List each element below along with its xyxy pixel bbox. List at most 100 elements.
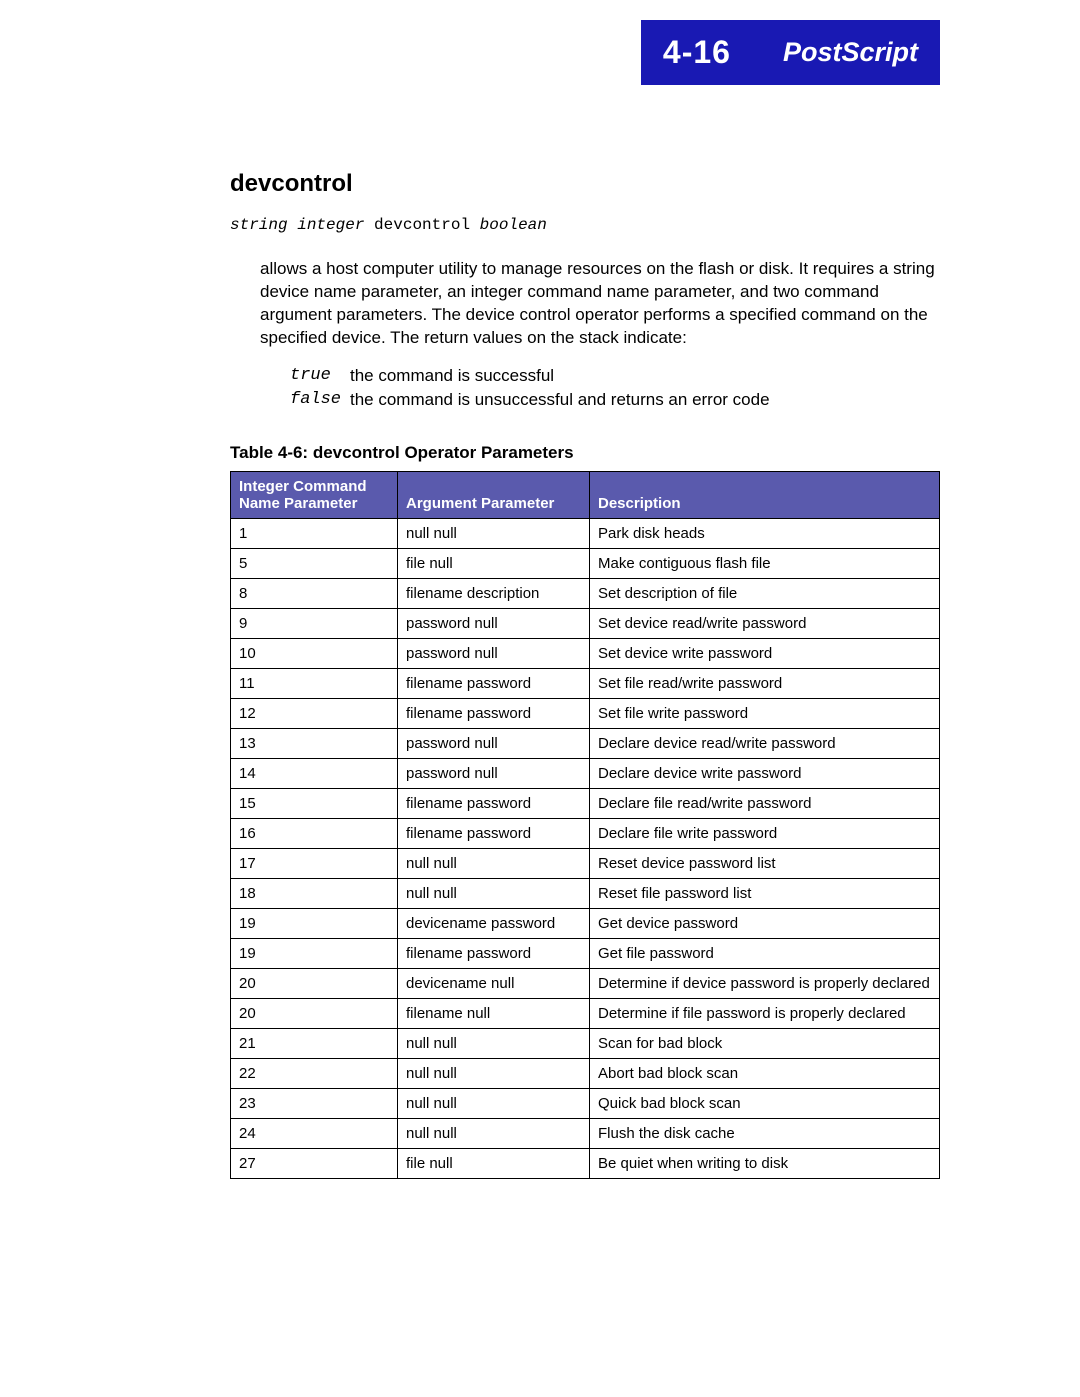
table-caption: Table 4-6: devcontrol Operator Parameter… — [230, 443, 940, 463]
cell-command: 14 — [231, 759, 398, 789]
cell-argument: filename password — [398, 939, 590, 969]
cell-description: Get file password — [590, 939, 940, 969]
cell-command: 1 — [231, 519, 398, 549]
table-row: 21null nullScan for bad block — [231, 1029, 940, 1059]
cell-argument: filename description — [398, 579, 590, 609]
table-row: 5file nullMake contiguous flash file — [231, 549, 940, 579]
cell-argument: null null — [398, 519, 590, 549]
return-false-desc: the command is unsuccessful and returns … — [350, 388, 770, 413]
cell-argument: null null — [398, 1089, 590, 1119]
signature-operator: devcontrol — [374, 216, 470, 234]
table-row: 16filename passwordDeclare file write pa… — [231, 819, 940, 849]
cell-command: 11 — [231, 669, 398, 699]
cell-argument: filename password — [398, 789, 590, 819]
cell-command: 22 — [231, 1059, 398, 1089]
cell-argument: filename password — [398, 699, 590, 729]
cell-command: 23 — [231, 1089, 398, 1119]
return-false-row: false the command is unsuccessful and re… — [290, 388, 940, 413]
cell-command: 20 — [231, 999, 398, 1029]
description-paragraph: allows a host computer utility to manage… — [260, 258, 940, 350]
cell-command: 12 — [231, 699, 398, 729]
chapter-title: PostScript — [753, 20, 940, 85]
cell-description: Get device password — [590, 909, 940, 939]
cell-argument: null null — [398, 1119, 590, 1149]
cell-command: 10 — [231, 639, 398, 669]
table-row: 1null nullPark disk heads — [231, 519, 940, 549]
signature-return: boolean — [480, 216, 547, 234]
cell-argument: null null — [398, 1029, 590, 1059]
cell-description: Declare file write password — [590, 819, 940, 849]
table-row: 27file nullBe quiet when writing to disk — [231, 1149, 940, 1179]
table-row: 11filename passwordSet file read/write p… — [231, 669, 940, 699]
cell-command: 24 — [231, 1119, 398, 1149]
cell-description: Flush the disk cache — [590, 1119, 940, 1149]
cell-description: Set description of file — [590, 579, 940, 609]
cell-command: 17 — [231, 849, 398, 879]
cell-argument: filename null — [398, 999, 590, 1029]
cell-description: Abort bad block scan — [590, 1059, 940, 1089]
parameters-table: Integer Command Name Parameter Argument … — [230, 471, 940, 1179]
cell-description: Set file write password — [590, 699, 940, 729]
return-true-key: true — [290, 364, 350, 389]
cell-argument: filename password — [398, 669, 590, 699]
cell-command: 20 — [231, 969, 398, 999]
return-true-desc: the command is successful — [350, 364, 554, 389]
operator-signature: string integer devcontrol boolean — [230, 216, 940, 234]
cell-command: 13 — [231, 729, 398, 759]
table-row: 20devicename nullDetermine if device pas… — [231, 969, 940, 999]
cell-argument: devicename null — [398, 969, 590, 999]
table-row: 19devicename passwordGet device password — [231, 909, 940, 939]
cell-description: Reset device password list — [590, 849, 940, 879]
table-row: 8filename descriptionSet description of … — [231, 579, 940, 609]
return-true-row: true the command is successful — [290, 364, 940, 389]
cell-description: Declare device write password — [590, 759, 940, 789]
col-header-argument: Argument Parameter — [398, 472, 590, 519]
section-title: devcontrol — [230, 170, 940, 198]
table-row: 9password nullSet device read/write pass… — [231, 609, 940, 639]
cell-command: 21 — [231, 1029, 398, 1059]
cell-argument: devicename password — [398, 909, 590, 939]
cell-description: Set file read/write password — [590, 669, 940, 699]
cell-description: Declare file read/write password — [590, 789, 940, 819]
cell-command: 27 — [231, 1149, 398, 1179]
cell-command: 19 — [231, 909, 398, 939]
table-row: 17null nullReset device password list — [231, 849, 940, 879]
cell-command: 8 — [231, 579, 398, 609]
cell-argument: file null — [398, 549, 590, 579]
cell-argument: file null — [398, 1149, 590, 1179]
cell-command: 15 — [231, 789, 398, 819]
cell-argument: password null — [398, 759, 590, 789]
cell-command: 5 — [231, 549, 398, 579]
cell-description: Determine if device password is properly… — [590, 969, 940, 999]
cell-description: Make contiguous flash file — [590, 549, 940, 579]
cell-argument: password null — [398, 609, 590, 639]
table-row: 13password nullDeclare device read/write… — [231, 729, 940, 759]
table-row: 18null nullReset file password list — [231, 879, 940, 909]
cell-argument: password null — [398, 639, 590, 669]
table-row: 23null nullQuick bad block scan — [231, 1089, 940, 1119]
table-row: 14password nullDeclare device write pass… — [231, 759, 940, 789]
cell-description: Set device write password — [590, 639, 940, 669]
cell-command: 9 — [231, 609, 398, 639]
page: 4-16 PostScript devcontrol string intege… — [0, 0, 1080, 1397]
cell-description: Scan for bad block — [590, 1029, 940, 1059]
col-header-description: Description — [590, 472, 940, 519]
cell-description: Be quiet when writing to disk — [590, 1149, 940, 1179]
cell-command: 16 — [231, 819, 398, 849]
cell-command: 18 — [231, 879, 398, 909]
cell-description: Park disk heads — [590, 519, 940, 549]
table-row: 20filename nullDetermine if file passwor… — [231, 999, 940, 1029]
cell-command: 19 — [231, 939, 398, 969]
cell-argument: password null — [398, 729, 590, 759]
table-row: 15filename passwordDeclare file read/wri… — [231, 789, 940, 819]
table-row: 22null nullAbort bad block scan — [231, 1059, 940, 1089]
return-values: true the command is successful false the… — [290, 364, 940, 413]
cell-argument: null null — [398, 849, 590, 879]
cell-argument: null null — [398, 879, 590, 909]
cell-description: Declare device read/write password — [590, 729, 940, 759]
table-row: 10password nullSet device write password — [231, 639, 940, 669]
table-row: 12filename passwordSet file write passwo… — [231, 699, 940, 729]
cell-description: Quick bad block scan — [590, 1089, 940, 1119]
cell-argument: filename password — [398, 819, 590, 849]
cell-description: Reset file password list — [590, 879, 940, 909]
